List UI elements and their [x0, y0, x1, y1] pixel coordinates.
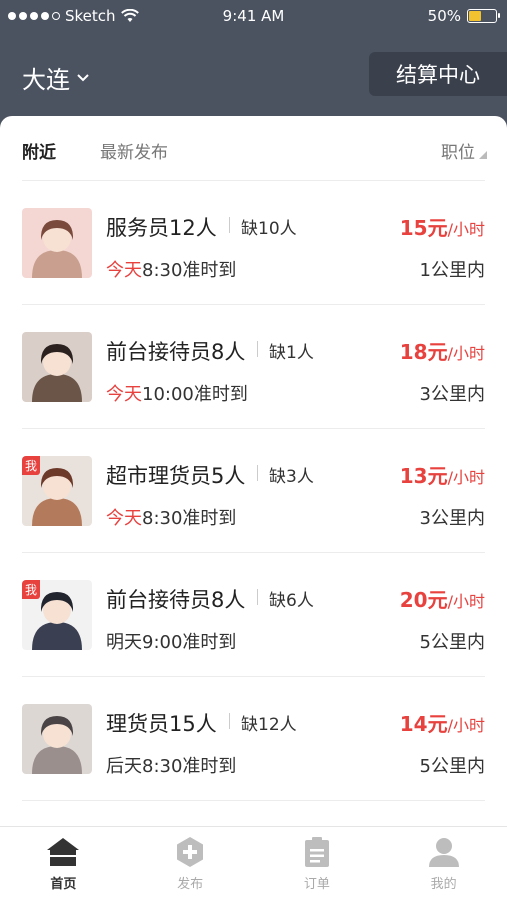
- settlement-center-button[interactable]: 结算中心: [369, 52, 507, 96]
- user-icon: [427, 835, 461, 869]
- job-title: 前台接待员8人: [106, 340, 246, 364]
- job-list-item[interactable]: 我 前台接待员8人 缺6人 明天9:00准时到 20元/小时 5公里内: [0, 553, 507, 677]
- mine-badge: 我: [22, 580, 41, 599]
- battery-percent: 50%: [427, 7, 461, 25]
- job-pay-unit: /小时: [447, 716, 485, 735]
- job-pay-unit: /小时: [447, 220, 485, 239]
- job-distance: 1公里内: [419, 260, 485, 281]
- job-avatar: 我: [22, 580, 92, 650]
- job-pay-amount: 15元: [399, 216, 448, 240]
- filter-bar: 附近 最新发布 职位: [0, 116, 507, 180]
- job-start-time: 今天8:30准时到: [106, 504, 236, 530]
- nav-orders[interactable]: 订单: [254, 827, 381, 900]
- city-name: 大连: [22, 66, 70, 94]
- job-pay: 20元/小时: [400, 584, 485, 613]
- home-icon: [46, 835, 80, 869]
- job-title: 前台接待员8人: [106, 588, 246, 612]
- job-pay-amount: 18元: [399, 340, 448, 364]
- battery-icon: [467, 9, 500, 23]
- job-vacancy: 缺6人: [269, 591, 314, 611]
- job-separator: [257, 589, 258, 605]
- job-pay: 18元/小时: [400, 336, 485, 365]
- add-hexagon-icon: [173, 835, 207, 869]
- job-start-time: 今天8:30准时到: [106, 256, 236, 282]
- job-separator: [257, 341, 258, 357]
- job-list-item[interactable]: 理货员15人 缺12人 后天8:30准时到 14元/小时 5公里内: [0, 677, 507, 801]
- job-pay-unit: /小时: [447, 468, 485, 487]
- dropdown-corner-icon: [479, 150, 487, 159]
- job-day: 今天: [106, 384, 142, 405]
- job-time-text: 8:30准时到: [142, 508, 237, 529]
- bottom-nav: 首页 发布 订单 我的: [0, 826, 507, 900]
- job-vacancy: 缺1人: [269, 343, 314, 363]
- job-title: 超市理货员5人: [106, 464, 246, 488]
- job-time-text: 8:30准时到: [142, 756, 237, 777]
- nav-home-label: 首页: [50, 877, 77, 892]
- job-time-text: 8:30准时到: [142, 260, 237, 281]
- job-distance: 5公里内: [419, 756, 485, 777]
- nav-orders-label: 订单: [303, 877, 330, 892]
- job-list-item[interactable]: 前台接待员8人 缺1人 今天10:00准时到 18元/小时 3公里内: [0, 305, 507, 429]
- nav-publish[interactable]: 发布: [127, 827, 254, 900]
- job-start-time: 后天8:30准时到: [106, 752, 236, 778]
- job-pay: 15元/小时: [400, 212, 485, 241]
- job-separator: [229, 217, 230, 233]
- job-pay: 13元/小时: [400, 460, 485, 489]
- job-title: 理货员15人: [106, 712, 217, 736]
- city-selector[interactable]: 大连: [22, 60, 90, 95]
- status-bar: Sketch 9:41 AM 50%: [0, 0, 507, 32]
- job-pay-amount: 20元: [399, 588, 448, 612]
- nav-publish-label: 发布: [177, 877, 204, 892]
- job-title: 服务员12人: [106, 216, 217, 240]
- job-pay: 14元/小时: [400, 708, 485, 737]
- job-pay-unit: /小时: [447, 592, 485, 611]
- job-distance: 5公里内: [419, 632, 485, 653]
- job-avatar: [22, 332, 92, 402]
- nav-home[interactable]: 首页: [0, 827, 127, 900]
- job-day: 明天: [106, 632, 142, 653]
- job-start-time: 今天10:00准时到: [106, 380, 248, 406]
- nav-mine-label: 我的: [430, 877, 457, 892]
- job-vacancy: 缺12人: [241, 715, 297, 735]
- job-list-panel: 附近 最新发布 职位 服务员12人 缺10人 今天8:30准时到 15元/小时 …: [0, 116, 507, 826]
- job-separator: [229, 713, 230, 729]
- tab-nearby[interactable]: 附近: [22, 138, 56, 163]
- divider: [22, 800, 485, 801]
- job-separator: [257, 465, 258, 481]
- job-vacancy: 缺10人: [241, 219, 297, 239]
- job-list-item[interactable]: 我 超市理货员5人 缺3人 今天8:30准时到 13元/小时 3公里内: [0, 429, 507, 553]
- job-distance: 3公里内: [419, 384, 485, 405]
- tab-latest[interactable]: 最新发布: [100, 138, 168, 163]
- job-time-text: 10:00准时到: [142, 384, 248, 405]
- job-distance: 3公里内: [419, 508, 485, 529]
- nav-mine[interactable]: 我的: [380, 827, 507, 900]
- chevron-down-icon: [77, 73, 89, 81]
- position-filter-label: 职位: [441, 143, 475, 163]
- header: 大连 结算中心: [0, 32, 507, 116]
- job-avatar: [22, 704, 92, 774]
- job-time-text: 9:00准时到: [142, 632, 237, 653]
- job-avatar: [22, 208, 92, 278]
- clipboard-icon: [300, 835, 334, 869]
- job-day: 后天: [106, 756, 142, 777]
- job-day: 今天: [106, 260, 142, 281]
- job-pay-amount: 14元: [399, 712, 448, 736]
- job-start-time: 明天9:00准时到: [106, 628, 236, 654]
- job-pay-unit: /小时: [447, 344, 485, 363]
- job-day: 今天: [106, 508, 142, 529]
- job-vacancy: 缺3人: [269, 467, 314, 487]
- mine-badge: 我: [22, 456, 41, 475]
- job-pay-amount: 13元: [399, 464, 448, 488]
- job-avatar: 我: [22, 456, 92, 526]
- position-filter[interactable]: 职位: [441, 138, 487, 163]
- job-list-item[interactable]: 服务员12人 缺10人 今天8:30准时到 15元/小时 1公里内: [0, 181, 507, 305]
- battery-status: 50%: [427, 7, 500, 25]
